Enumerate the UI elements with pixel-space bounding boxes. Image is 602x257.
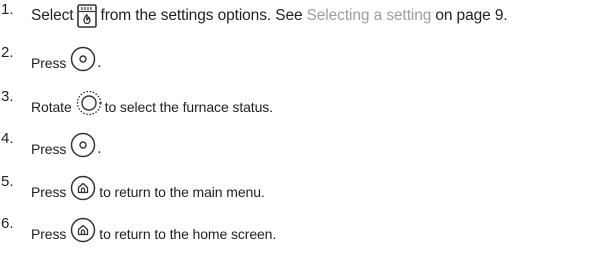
step-number: 2. [1,43,14,61]
step-text-pre: Press [31,184,67,200]
furnace-icon [77,4,98,28]
ok-button-icon [70,46,96,72]
step-text-post: to return to the home screen. [99,226,277,242]
step-number: 6. [1,214,14,232]
step-5: 5. Press to return to the main menu. [0,172,265,201]
step-3: 3. Rotate to select the furnace status. [0,87,273,116]
rotary-dial-icon [76,90,102,116]
step-text-pre: Press [31,141,67,157]
step-text-pre: Press [31,226,67,242]
step-number: 4. [1,129,14,147]
step-1: 1. Select from the settings options. See… [0,0,508,28]
instruction-steps: 1. Select from the settings options. See… [0,0,602,257]
home-button-icon [70,217,96,243]
step-4: 4. Press . [0,129,102,158]
step-text-tail: on page 9. [435,7,508,24]
step-2: 2. Press . [0,43,102,72]
home-button-icon [70,175,96,201]
ok-button-icon [70,132,96,158]
step-6: 6. Press to return to the home screen. [0,214,277,243]
step-number: 5. [1,172,14,190]
page-link-selecting-a-setting[interactable]: Selecting a setting [307,7,432,25]
step-text-post: to return to the main menu. [99,184,265,200]
step-text-pre: Select [31,7,74,24]
step-text-post: from the settings options. See [100,7,303,24]
step-number: 3. [1,87,14,105]
step-text-post: . [97,54,102,71]
step-text-pre: Press [31,55,67,71]
step-text-pre: Rotate [31,99,72,115]
step-number: 1. [1,0,14,18]
step-text-post: . [97,140,102,157]
step-text-post: to select the furnace status. [104,99,273,115]
